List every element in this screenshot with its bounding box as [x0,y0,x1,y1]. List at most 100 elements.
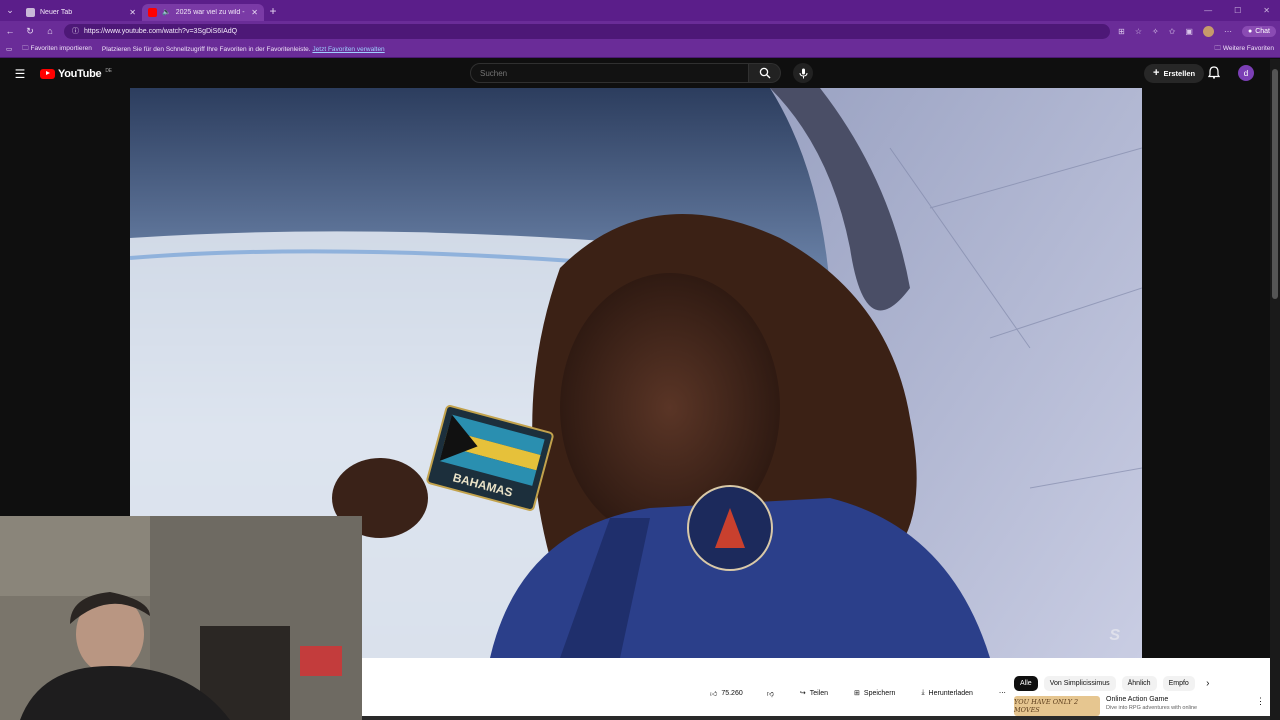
tab-title: 2025 war viel zu wild - YouTube [175,8,247,16]
download-label: Herunterladen [928,689,973,697]
chip-from-channel[interactable]: Von Simplicissimus [1043,676,1116,691]
more-favorites-label: Weitere Favoriten [1222,44,1274,52]
reload-icon[interactable]: ↻ [24,26,36,37]
minimize-icon[interactable]: — [1204,6,1212,15]
chip-recommended[interactable]: Empfo [1162,676,1195,691]
search-box [470,63,813,83]
notifications-button[interactable] [1207,66,1221,84]
region-code: DE [105,67,112,74]
download-icon: ⤓ [921,689,925,696]
more-actions-button[interactable]: ⋯ [991,684,1014,702]
menu-icon[interactable]: ☰ [0,67,40,81]
search-input[interactable] [470,63,749,83]
more-vertical-icon[interactable]: ⋮ [1256,696,1265,718]
chat-label: Chat [1255,27,1270,35]
extensions-icon[interactable]: ✧ [1152,27,1159,36]
video-actions: 👍︎ 75.260 👎︎ ↪ Teilen ⊞ Speichern ⤓ Heru… [702,684,1014,702]
tab-youtube-video[interactable]: 🔈 2025 war viel zu wild - YouTube ✕ [142,3,264,21]
create-button[interactable]: + Erstellen [1144,64,1205,83]
import-favorites-label: Favoriten importieren [30,44,92,52]
youtube-play-icon [40,68,55,79]
search-icon [759,67,770,79]
youtube-favicon-icon [148,7,157,17]
ad-title[interactable]: Online Action Game [1106,696,1250,703]
account-avatar[interactable]: d [1238,65,1254,81]
home-icon[interactable]: ⌂ [44,26,56,36]
microphone-icon [799,68,807,78]
back-icon[interactable]: ← [4,26,16,36]
profile-avatar[interactable] [1202,25,1214,37]
favorites-hint: Platzieren Sie für den Schnellzugriff Ih… [102,46,385,53]
speaker-icon[interactable]: 🔈 [162,8,171,16]
youtube-logo[interactable]: YouTube DE [40,68,112,80]
ad-subtitle: Dive into RPG adventures with online [1106,705,1198,711]
chip-similar[interactable]: Ähnlich [1121,676,1157,691]
url-field[interactable]: ⓘ https://www.youtube.com/watch?v=3SgDiS… [64,23,1111,39]
manage-favorites-link[interactable]: Jetzt Favoriten verwalten [312,46,384,53]
voice-search-button[interactable] [793,63,813,83]
page-bottom-edge [362,716,1270,720]
url-text: https://www.youtube.com/watch?v=3SgDiS6I… [84,27,238,35]
app-available-icon[interactable]: ⊞ [1118,27,1125,36]
more-favorites-button[interactable]: 🗀 Weitere Favoriten [1215,44,1275,55]
plus-icon: + [1153,67,1160,79]
tab-actions-menu[interactable]: ⌄ [0,0,20,21]
new-tab-icon [26,7,35,17]
webcam-overlay [0,516,362,720]
tab-title: Neuer Tab [40,8,73,16]
create-label: Erstellen [1163,69,1196,78]
tab-new-tab[interactable]: Neuer Tab ✕ [20,4,142,21]
favorites-icon[interactable]: ✩ [1169,27,1176,36]
search-button[interactable] [749,63,781,83]
close-icon[interactable]: ✕ [251,8,258,17]
browser-tab-bar: ⌄ Neuer Tab ✕ 🔈 2025 war viel zu wild - … [0,0,1280,21]
more-horizontal-icon: ⋯ [998,690,1006,697]
favorites-bar-toggle-icon[interactable]: ▭ [6,45,12,53]
save-button[interactable]: ⊞ Speichern [846,684,903,702]
window-controls: — ☐ ✕ [1204,6,1280,15]
address-bar-row: ← ↻ ⌂ ⓘ https://www.youtube.com/watch?v=… [0,21,1280,41]
save-playlist-icon: ⊞ [854,690,860,697]
screen: ⌄ Neuer Tab ✕ 🔈 2025 war viel zu wild - … [0,0,1280,720]
thumbs-up-icon: 👍︎ [710,690,718,698]
video-action-row: 👍︎ 75.260 👎︎ ↪ Teilen ⊞ Speichern ⤓ Heru… [362,658,1270,720]
chevron-right-icon[interactable]: › [1201,676,1215,691]
like-button[interactable]: 👍︎ 75.260 [702,684,749,702]
page-scrollbar[interactable] [1270,59,1280,720]
ad-thumbnail[interactable]: YOU HAVE ONLY 2 MOVES [1014,696,1100,716]
copilot-icon: ● [1247,27,1253,35]
webcam-feed [0,516,362,720]
like-count: 75.260 [721,689,743,697]
save-label: Speichern [863,689,896,697]
dislike-button[interactable]: 👎︎ [759,684,782,702]
collections-icon[interactable]: ▣ [1185,27,1193,36]
close-icon[interactable]: ✕ [129,8,136,17]
folder-icon: 🗀 [1214,44,1222,52]
maximize-icon[interactable]: ☐ [1234,6,1241,15]
favorites-hint-text: Platzieren Sie für den Schnellzugriff Ih… [101,45,311,53]
share-label: Teilen [809,689,829,697]
info-icon[interactable]: ⓘ [72,26,79,36]
youtube-logo-text: YouTube [58,67,102,80]
import-favorites-button[interactable]: 🗀 Favoriten importieren [22,44,92,55]
download-button[interactable]: ⤓ Herunterladen [913,684,980,702]
thumbs-down-icon: 👎︎ [766,690,774,698]
sponsored-ad[interactable]: YOU HAVE ONLY 2 MOVES Online Action Game… [1014,696,1265,718]
scrollbar-thumb[interactable] [1272,69,1278,299]
folder-icon: 🗀 [22,44,29,52]
new-tab-button[interactable]: + [264,4,282,18]
favorites-bar: ▭ 🗀 Favoriten importieren Platzieren Sie… [0,41,1280,58]
ad-text: Online Action Game Dive into RPG adventu… [1106,696,1250,718]
close-window-icon[interactable]: ✕ [1263,6,1270,15]
share-button[interactable]: ↪ Teilen [792,684,836,702]
favorite-star-icon[interactable]: ☆ [1135,27,1142,36]
recommendation-chips: Alle Von Simplicissimus Ähnlich Empfo › [1014,676,1215,691]
address-bar-icons: ⊞ ☆ ✧ ✩ ▣ ⋯ ● Chat [1118,25,1276,37]
bell-icon [1207,66,1221,79]
chip-all[interactable]: Alle [1014,676,1038,691]
share-icon: ↪ [799,690,806,697]
settings-more-icon[interactable]: ⋯ [1224,27,1232,36]
channel-watermark: S [1109,627,1120,644]
copilot-chat-button[interactable]: ● Chat [1241,25,1276,37]
youtube-header: ☰ YouTube DE + Erstellen d [0,59,1280,88]
